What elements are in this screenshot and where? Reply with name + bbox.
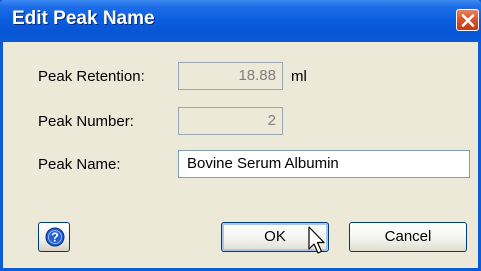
ok-button[interactable]: OK — [221, 222, 329, 252]
peak-name-input[interactable]: Bovine Serum Albumin — [178, 150, 470, 178]
close-button[interactable] — [456, 9, 479, 31]
peak-retention-field: 18.88 — [178, 62, 283, 90]
help-button[interactable]: ? — [38, 222, 70, 252]
svg-text:?: ? — [51, 230, 59, 245]
peak-retention-unit: ml — [291, 68, 307, 85]
peak-number-label: Peak Number: — [38, 113, 134, 130]
dialog-title: Edit Peak Name — [12, 8, 155, 29]
help-icon: ? — [45, 227, 65, 247]
close-icon — [461, 14, 475, 27]
cancel-button[interactable]: Cancel — [349, 222, 467, 252]
peak-name-label: Peak Name: — [38, 156, 121, 173]
title-bar[interactable]: Edit Peak Name — [0, 0, 481, 42]
peak-retention-label: Peak Retention: — [38, 68, 145, 85]
edit-peak-name-dialog: Edit Peak Name Peak Retention: 18.88 ml … — [0, 0, 481, 271]
peak-number-field: 2 — [178, 107, 283, 135]
